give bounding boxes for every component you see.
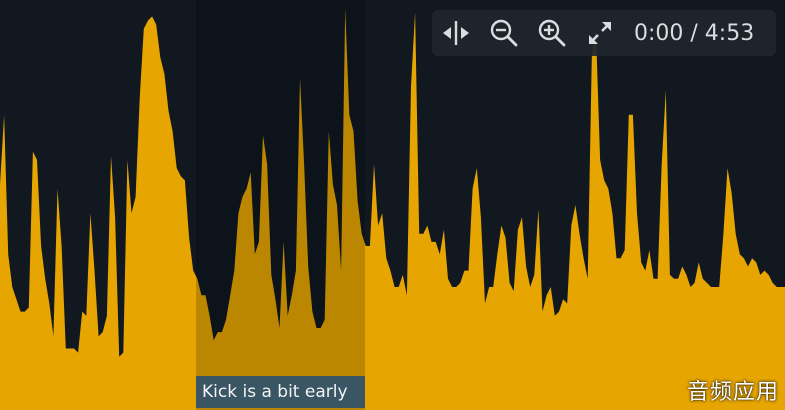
time-display: 0:00 / 4:53 [634,20,755,46]
split-icon [443,21,469,45]
zoom-out-icon [490,19,518,47]
zoom-in-button[interactable] [528,10,576,56]
player-toolbar: 0:00 / 4:53 [432,10,776,56]
waveform-player[interactable]: Kick is a bit early 0:00 / 4:53 音频应用 [0,0,785,410]
waveform[interactable] [0,0,785,410]
waveform-fill [0,8,785,410]
region-label[interactable]: Kick is a bit early [196,376,365,408]
split-button[interactable] [432,10,480,56]
zoom-out-button[interactable] [480,10,528,56]
annotation-region[interactable] [196,0,365,410]
fullscreen-button[interactable] [576,10,624,56]
zoom-in-icon [538,19,566,47]
watermark: 音频应用 [686,380,779,405]
expand-icon [589,22,611,44]
